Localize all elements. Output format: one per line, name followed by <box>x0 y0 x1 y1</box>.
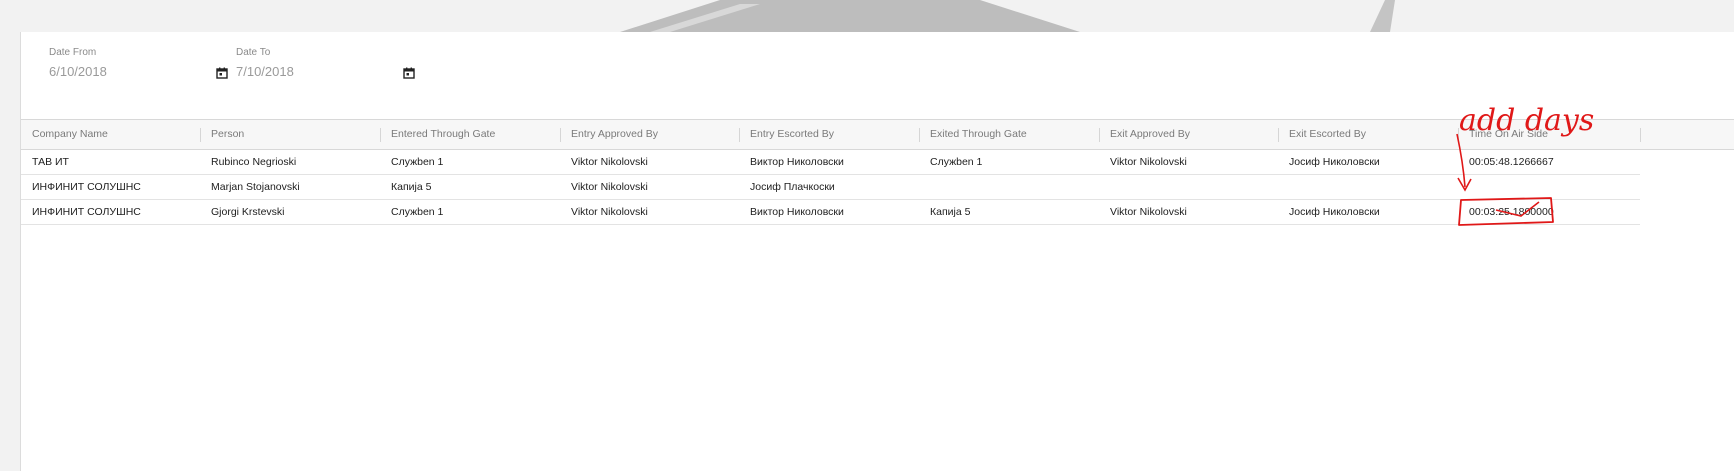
column-divider[interactable] <box>560 128 561 142</box>
cell-company-name: ИНФИНИТ СОЛУШНС <box>32 206 141 218</box>
column-header-entry-approved-by[interactable]: Entry Approved By <box>560 120 739 149</box>
cell-entered-through-gate: Служben 1 <box>391 206 444 218</box>
cell-exited-through-gate: Служben 1 <box>930 156 983 168</box>
date-to-label: Date To <box>236 47 271 58</box>
date-to-calendar-icon[interactable] <box>403 67 415 79</box>
cell-entry-escorted-by: Виктор Николовски <box>750 206 844 218</box>
cell-entry-escorted-by: Јосиф Плачкоски <box>750 181 835 193</box>
column-header-company-name[interactable]: Company Name <box>21 120 200 149</box>
column-header-person[interactable]: Person <box>200 120 380 149</box>
data-grid: Company Name Person Entered Through Gate… <box>21 119 1734 225</box>
column-divider[interactable] <box>200 128 201 142</box>
column-divider[interactable] <box>1458 128 1459 142</box>
cell-person: Marjan Stojanovski <box>211 181 300 193</box>
cell-exit-approved-by: Viktor Nikolovski <box>1110 206 1187 218</box>
table-row[interactable]: ТАВ ИТ Rubinco Negrioski Служben 1 Vikto… <box>21 150 1640 175</box>
cell-time-on-air-side <box>1458 175 1640 199</box>
cell-exit-escorted-by <box>1278 175 1458 199</box>
cell-time-on-air-side: 00:03:25.1800000 <box>1469 206 1554 218</box>
cell-entry-escorted-by: Виктор Николовски <box>750 156 844 168</box>
date-from-filter: Date From 6/10/2018 <box>49 46 107 80</box>
cell-exit-escorted-by: Јосиф Николовски <box>1289 156 1380 168</box>
cell-entry-approved-by: Viktor Nikolovski <box>571 156 648 168</box>
date-from-label: Date From <box>49 47 97 58</box>
app-stage: Date From 6/10/2018 Date To 7/10/2018 Co… <box>0 0 1734 471</box>
report-panel: Date From 6/10/2018 Date To 7/10/2018 Co… <box>20 32 1734 471</box>
column-header-exited-through-gate[interactable]: Exited Through Gate <box>919 120 1099 149</box>
cell-entry-approved-by: Viktor Nikolovski <box>571 181 648 193</box>
column-divider[interactable] <box>739 128 740 142</box>
grid-header: Company Name Person Entered Through Gate… <box>21 119 1734 150</box>
cell-company-name: ИНФИНИТ СОЛУШНС <box>32 181 141 193</box>
cell-exited-through-gate: Капија 5 <box>930 206 971 218</box>
column-header-entry-escorted-by[interactable]: Entry Escorted By <box>739 120 919 149</box>
cell-exit-approved-by: Viktor Nikolovski <box>1110 156 1187 168</box>
column-divider[interactable] <box>380 128 381 142</box>
cell-exited-through-gate <box>919 175 1099 199</box>
cell-person: Rubinco Negrioski <box>211 156 297 168</box>
cell-exit-approved-by <box>1099 175 1278 199</box>
date-from-calendar-icon[interactable] <box>216 67 228 79</box>
cell-entered-through-gate: Служben 1 <box>391 156 444 168</box>
date-to-filter: Date To 7/10/2018 <box>236 46 294 80</box>
column-header-time-on-air-side[interactable]: Time On Air Side <box>1458 120 1640 149</box>
column-header-exit-approved-by[interactable]: Exit Approved By <box>1099 120 1278 149</box>
table-row[interactable]: ИНФИНИТ СОЛУШНС Gjorgi Krstevski Служben… <box>21 200 1640 225</box>
column-header-entered-through-gate[interactable]: Entered Through Gate <box>380 120 560 149</box>
column-divider[interactable] <box>919 128 920 142</box>
column-header-exit-escorted-by[interactable]: Exit Escorted By <box>1278 120 1458 149</box>
cell-time-on-air-side: 00:05:48.1266667 <box>1469 156 1554 168</box>
table-row[interactable]: ИНФИНИТ СОЛУШНС Marjan Stojanovski Капиј… <box>21 175 1640 200</box>
column-divider[interactable] <box>1640 128 1641 142</box>
cell-entry-approved-by: Viktor Nikolovski <box>571 206 648 218</box>
date-from-input[interactable]: 6/10/2018 <box>49 64 107 80</box>
column-divider[interactable] <box>1099 128 1100 142</box>
cell-company-name: ТАВ ИТ <box>32 156 69 168</box>
date-to-input[interactable]: 7/10/2018 <box>236 64 294 80</box>
cell-exit-escorted-by: Јосиф Николовски <box>1289 206 1380 218</box>
cell-entered-through-gate: Капија 5 <box>391 181 432 193</box>
column-divider[interactable] <box>1278 128 1279 142</box>
cell-person: Gjorgi Krstevski <box>211 206 285 218</box>
